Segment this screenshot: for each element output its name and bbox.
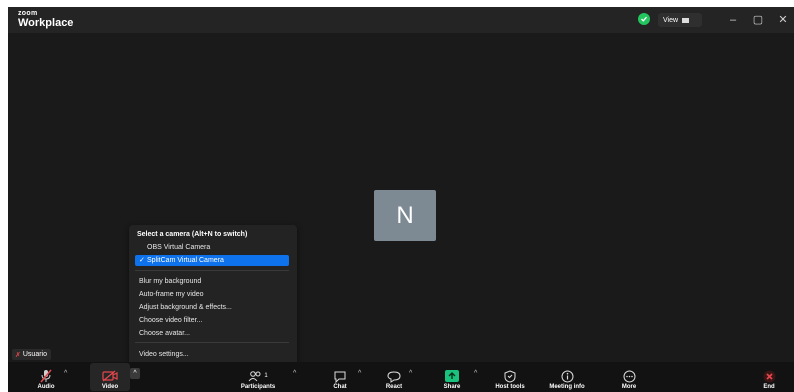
video-filter-option[interactable]: Choose video filter... [135,315,289,326]
checkmark-icon: ✓ [139,257,145,264]
chat-label: Chat [333,384,347,390]
participants-label: Participants [240,384,276,390]
participant-name-tag: ✗ Usuario [12,349,51,360]
camera-menu-header: Select a camera (Alt+N to switch) [137,231,248,238]
video-options-caret[interactable]: ^ [130,368,140,379]
minimize-icon[interactable]: – [725,12,741,28]
menu-divider [135,270,289,271]
host-tools-button[interactable]: Host tools [490,362,530,392]
react-label: React [385,384,403,390]
zoom-window: zoom Workplace View – ▢ ✕ N ✗ Usuario Se… [8,7,794,392]
brand-large: Workplace [18,17,74,29]
view-label: View [663,16,679,24]
mic-muted-icon [39,369,53,383]
brand-small: zoom [18,10,38,17]
audio-options-caret[interactable]: ^ [64,370,67,377]
react-button[interactable]: React [380,362,408,392]
option-label: Video settings... [139,351,189,358]
option-label: Adjust background & effects... [139,304,232,311]
grid-view-icon [682,17,690,23]
option-label: Auto-frame my video [139,291,204,298]
participants-icon: 1 [248,369,268,383]
view-button[interactable]: View [658,13,702,27]
camera-option-label: OBS Virtual Camera [147,244,211,251]
video-label: Video [101,384,119,390]
auto-frame-option[interactable]: Auto-frame my video [135,289,289,300]
react-options-caret[interactable]: ^ [409,370,412,377]
chat-options-caret[interactable]: ^ [358,370,361,377]
camera-menu: Select a camera (Alt+N to switch) OBS Vi… [129,225,297,371]
close-icon[interactable]: ✕ [775,12,791,28]
menu-divider [135,342,289,343]
blur-background-option[interactable]: Blur my background [135,276,289,287]
end-call-icon [763,369,776,383]
maximize-icon[interactable]: ▢ [750,12,766,28]
option-label: Blur my background [139,278,202,285]
more-label: More [621,384,637,390]
video-off-icon [102,369,118,383]
more-icon [623,369,636,383]
share-label: Share [443,384,461,390]
video-stage: N [8,33,794,362]
camera-option-label: SplitCam Virtual Camera [147,257,224,264]
info-icon [561,369,574,383]
audio-label: Audio [37,384,55,390]
title-bar: zoom Workplace View – ▢ ✕ [8,7,794,33]
participant-avatar: N [374,190,436,241]
camera-option-obs[interactable]: OBS Virtual Camera [135,242,289,253]
meeting-toolbar: Audio ^ Video ^ 1 Participants ^ Chat ^ [8,362,794,392]
meeting-info-label: Meeting info [549,384,585,390]
adjust-background-option[interactable]: Adjust background & effects... [135,302,289,313]
camera-option-splitcam[interactable]: ✓ SplitCam Virtual Camera [135,255,289,266]
host-tools-shield-icon [504,369,516,383]
chat-icon [333,369,347,383]
option-label: Choose video filter... [139,317,203,324]
audio-button[interactable]: Audio [32,362,60,392]
meeting-info-button[interactable]: Meeting info [543,362,591,392]
video-button[interactable]: Video [90,362,130,392]
share-button[interactable]: Share [438,362,466,392]
avatar-initial: N [396,201,414,229]
video-settings-option[interactable]: Video settings... [135,349,289,360]
react-icon [387,369,401,383]
participant-name: Usuario [22,351,47,358]
option-label: Choose avatar... [139,330,190,337]
host-tools-label: Host tools [495,384,525,390]
more-button[interactable]: More [616,362,642,392]
chat-button[interactable]: Chat [328,362,352,392]
share-screen-icon [445,369,459,383]
zoom-logo: zoom Workplace [18,10,73,29]
participants-options-caret[interactable]: ^ [293,370,296,377]
end-label: End [763,384,775,390]
shield-check-icon[interactable] [638,13,650,25]
participants-count: 1 [264,373,268,379]
choose-avatar-option[interactable]: Choose avatar... [135,328,289,339]
muted-mic-icon: ✗ [15,351,21,359]
participants-button[interactable]: 1 Participants [236,362,280,392]
share-options-caret[interactable]: ^ [474,370,477,377]
end-button[interactable]: End [758,362,780,392]
